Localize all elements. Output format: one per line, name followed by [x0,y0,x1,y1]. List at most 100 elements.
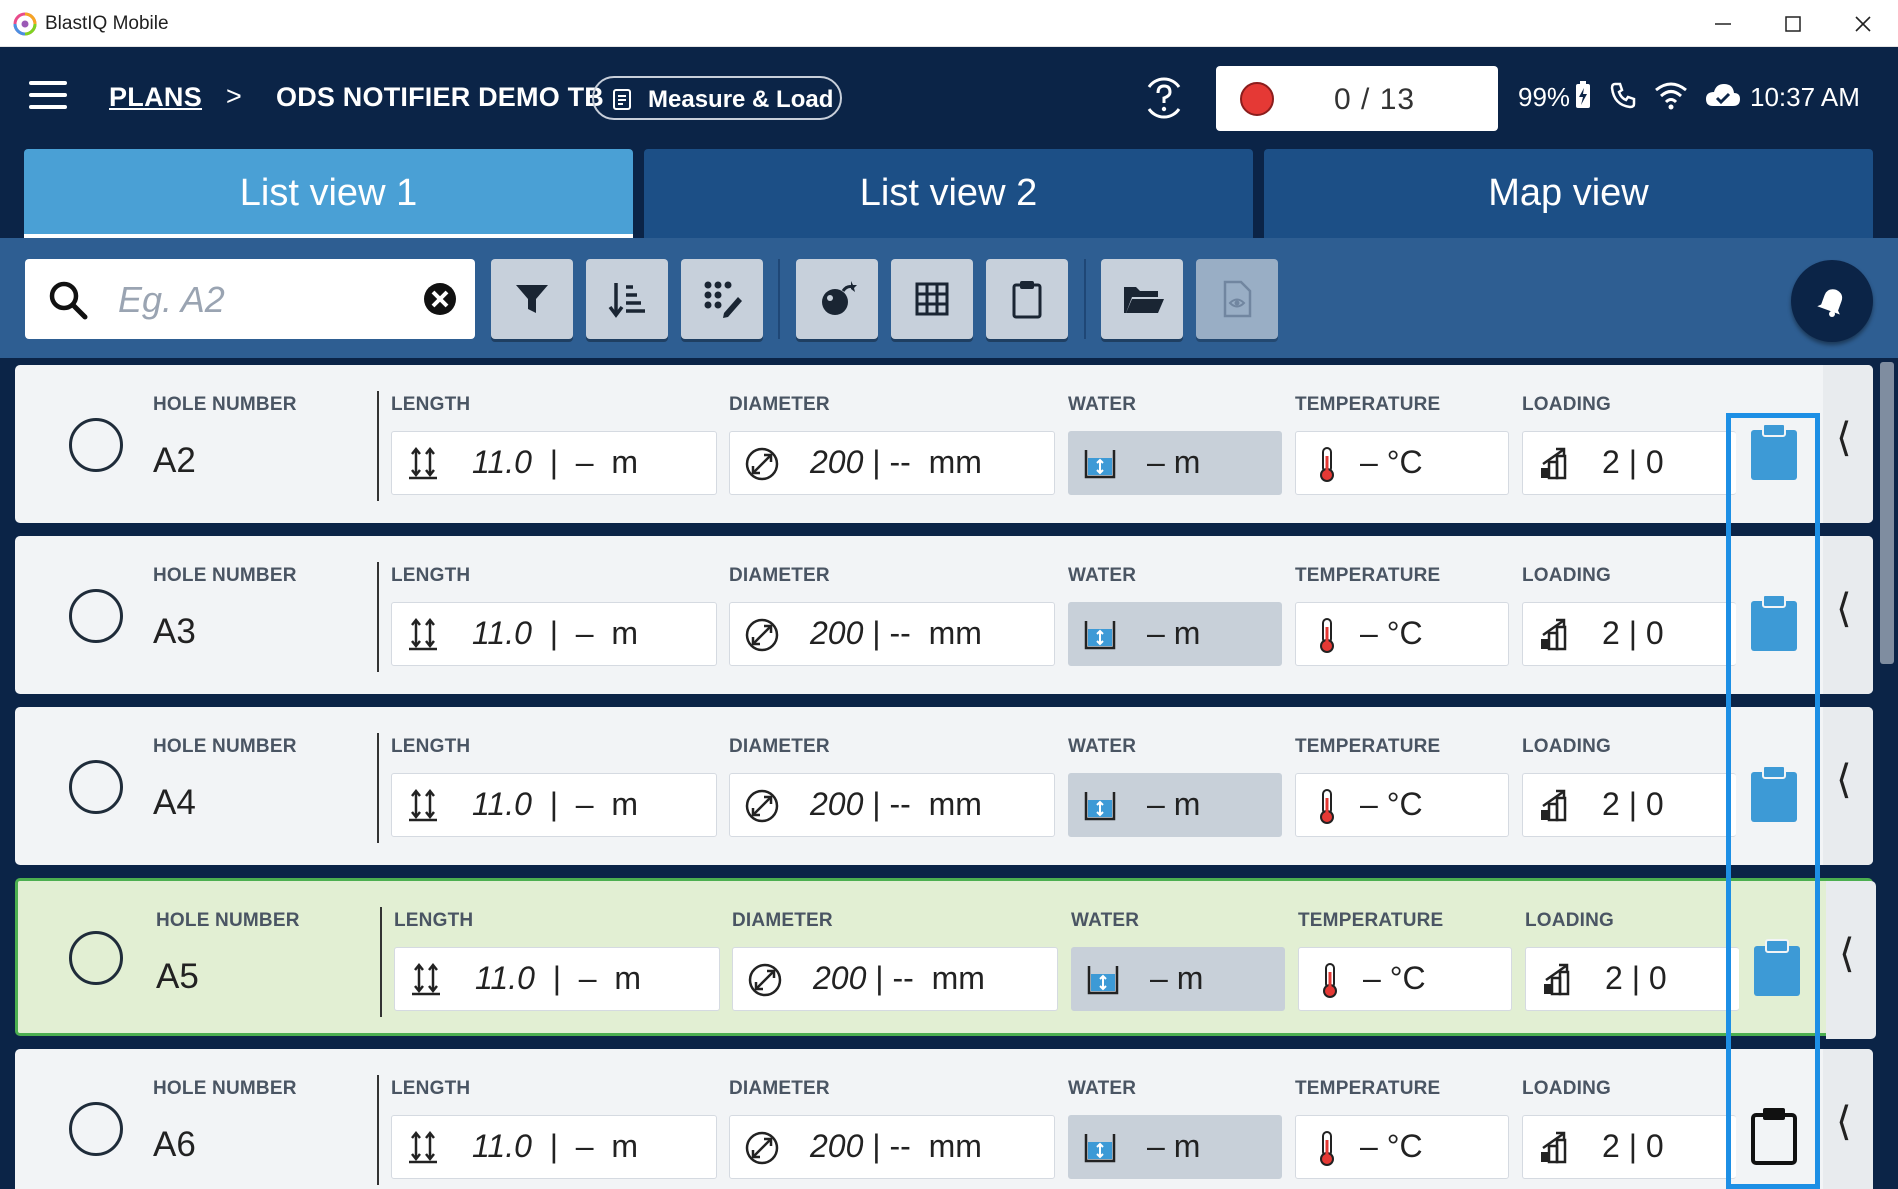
table-row[interactable]: HOLE NUMBER A2 LENGTH 11.0 | – m DIAMETER 200… [15,365,1873,523]
tab-list-view-2[interactable]: List view 2 [644,149,1253,238]
search-icon [49,281,88,320]
temperature-label: TEMPERATURE [1295,736,1441,757]
temperature-field[interactable]: – °C [1295,431,1509,495]
water-label: WATER [1071,910,1140,931]
minimize-button[interactable] [1700,8,1746,40]
toolbar-divider [778,259,780,339]
diameter-label: DIAMETER [729,1078,830,1099]
view-document-button[interactable] [1196,259,1278,339]
temperature-field[interactable]: – °C [1295,1115,1509,1179]
measure-load-icon [613,89,631,110]
temperature-value: – °C [1360,444,1423,480]
loading-icon [1541,789,1567,822]
water-field[interactable]: – m [1068,602,1282,666]
temperature-field[interactable]: – °C [1298,947,1512,1011]
water-field[interactable]: – m [1071,947,1285,1011]
hole-number-label: HOLE NUMBER [153,736,297,757]
hole-number-label: HOLE NUMBER [153,1078,297,1099]
diameter-icon [745,789,779,823]
loading-field[interactable]: 2 | 0 [1522,773,1736,837]
window-title: BlastIQ Mobile [45,13,169,34]
loading-icon [1544,963,1570,996]
length-field[interactable]: 11.0 | – m [391,602,717,666]
water-level-icon [1087,966,1119,995]
diameter-field[interactable]: 200 | -- mm [729,773,1055,837]
search-box[interactable]: Eg. A2 [25,259,475,339]
row-select-radio[interactable] [69,1102,123,1156]
water-field[interactable]: – m [1068,773,1282,837]
diameter-field[interactable]: 200 | -- mm [732,947,1058,1011]
hole-list: HOLE NUMBER A2 LENGTH 11.0 | – m DIAMETER 200… [0,358,1898,1189]
scrollbar[interactable] [1876,358,1898,1189]
row-divider [380,907,382,1017]
maximize-button[interactable] [1770,8,1816,40]
row-expand-button[interactable]: ⟨ [1823,1049,1873,1189]
loading-label: LOADING [1525,910,1615,931]
diameter-value: 200 [810,615,864,651]
length-value: 11.0 [472,786,532,822]
length-field[interactable]: 11.0 | – m [394,947,720,1011]
length-field[interactable]: 11.0 | – m [391,1115,717,1179]
explosive-button[interactable] [796,259,878,339]
length-value: 11.0 [475,960,535,996]
breadcrumb-plans-link[interactable]: PLANS [109,82,202,113]
clear-search-icon[interactable] [421,280,459,318]
length-field[interactable]: 11.0 | – m [391,773,717,837]
diameter-field[interactable]: 200 | -- mm [729,602,1055,666]
table-row[interactable]: HOLE NUMBER A6 LENGTH 11.0 | – m DIAMETER 200… [15,1049,1873,1189]
multi-select-button[interactable] [681,259,763,339]
battery-level: 99% [1518,82,1571,112]
length-value: 11.0 [472,444,532,480]
loading-field[interactable]: 2 | 0 [1522,431,1736,495]
row-expand-button[interactable]: ⟨ [1823,536,1873,694]
scrollbar-thumb[interactable] [1880,362,1894,664]
open-folder-button[interactable] [1101,259,1183,339]
loading-field[interactable]: 2 | 0 [1522,602,1736,666]
tab-list-view-1[interactable]: List view 1 [24,149,633,238]
sort-button[interactable] [586,259,668,339]
row-expand-button[interactable]: ⟨ [1823,365,1873,523]
diameter-field[interactable]: 200 | -- mm [729,1115,1055,1179]
diameter-value: 200 [813,960,867,996]
loading-field[interactable]: 2 | 0 [1525,947,1739,1011]
row-select-radio[interactable] [69,418,123,472]
mode-badge[interactable]: Measure & Load [592,76,842,120]
wifi-icon [1655,82,1687,110]
row-select-radio[interactable] [69,589,123,643]
chevron-left-icon: ⟨ [1836,758,1852,802]
length-field[interactable]: 11.0 | – m [391,431,717,495]
table-row[interactable]: HOLE NUMBER A5 LENGTH 11.0 | – m DIAMETER 200… [15,878,1876,1039]
row-select-radio[interactable] [69,760,123,814]
water-field[interactable]: – m [1068,431,1282,495]
water-field[interactable]: – m [1068,1115,1282,1179]
table-row[interactable]: HOLE NUMBER A4 LENGTH 11.0 | – m DIAMETER 200… [15,707,1873,865]
tab-map-view[interactable]: Map view [1264,149,1873,238]
water-label: WATER [1068,736,1137,757]
explosive-icon [822,281,857,315]
table-row[interactable]: HOLE NUMBER A3 LENGTH 11.0 | – m DIAMETER 200… [15,536,1873,694]
record-progress[interactable]: 0 / 13 [1216,66,1498,131]
filter-button[interactable] [491,259,573,339]
temperature-field[interactable]: – °C [1295,602,1509,666]
clipboard-button[interactable] [986,259,1068,339]
length-icon [409,617,437,651]
menu-icon[interactable] [29,81,67,111]
diameter-field[interactable]: 200 | -- mm [729,431,1055,495]
notifications-button[interactable] [1791,260,1873,342]
diameter-icon [745,447,779,481]
row-expand-button[interactable]: ⟨ [1826,881,1876,1039]
app-header: PLANS > ODS NOTIFIER DEMO TB Measure & L… [0,47,1898,148]
close-button[interactable] [1840,8,1886,40]
help-icon[interactable] [1141,75,1187,121]
loading-field[interactable]: 2 | 0 [1522,1115,1736,1179]
water-label: WATER [1068,394,1137,415]
temperature-field[interactable]: – °C [1295,773,1509,837]
breadcrumb-plan-name: ODS NOTIFIER DEMO TB [276,82,604,112]
table-button[interactable] [891,259,973,339]
search-input[interactable]: Eg. A2 [118,279,225,321]
row-select-radio[interactable] [69,931,123,985]
row-expand-button[interactable]: ⟨ [1823,707,1873,865]
chevron-left-icon: ⟨ [1836,416,1852,460]
chevron-left-icon: ⟨ [1836,1100,1852,1144]
diameter-measured: | -- mm [866,960,985,996]
